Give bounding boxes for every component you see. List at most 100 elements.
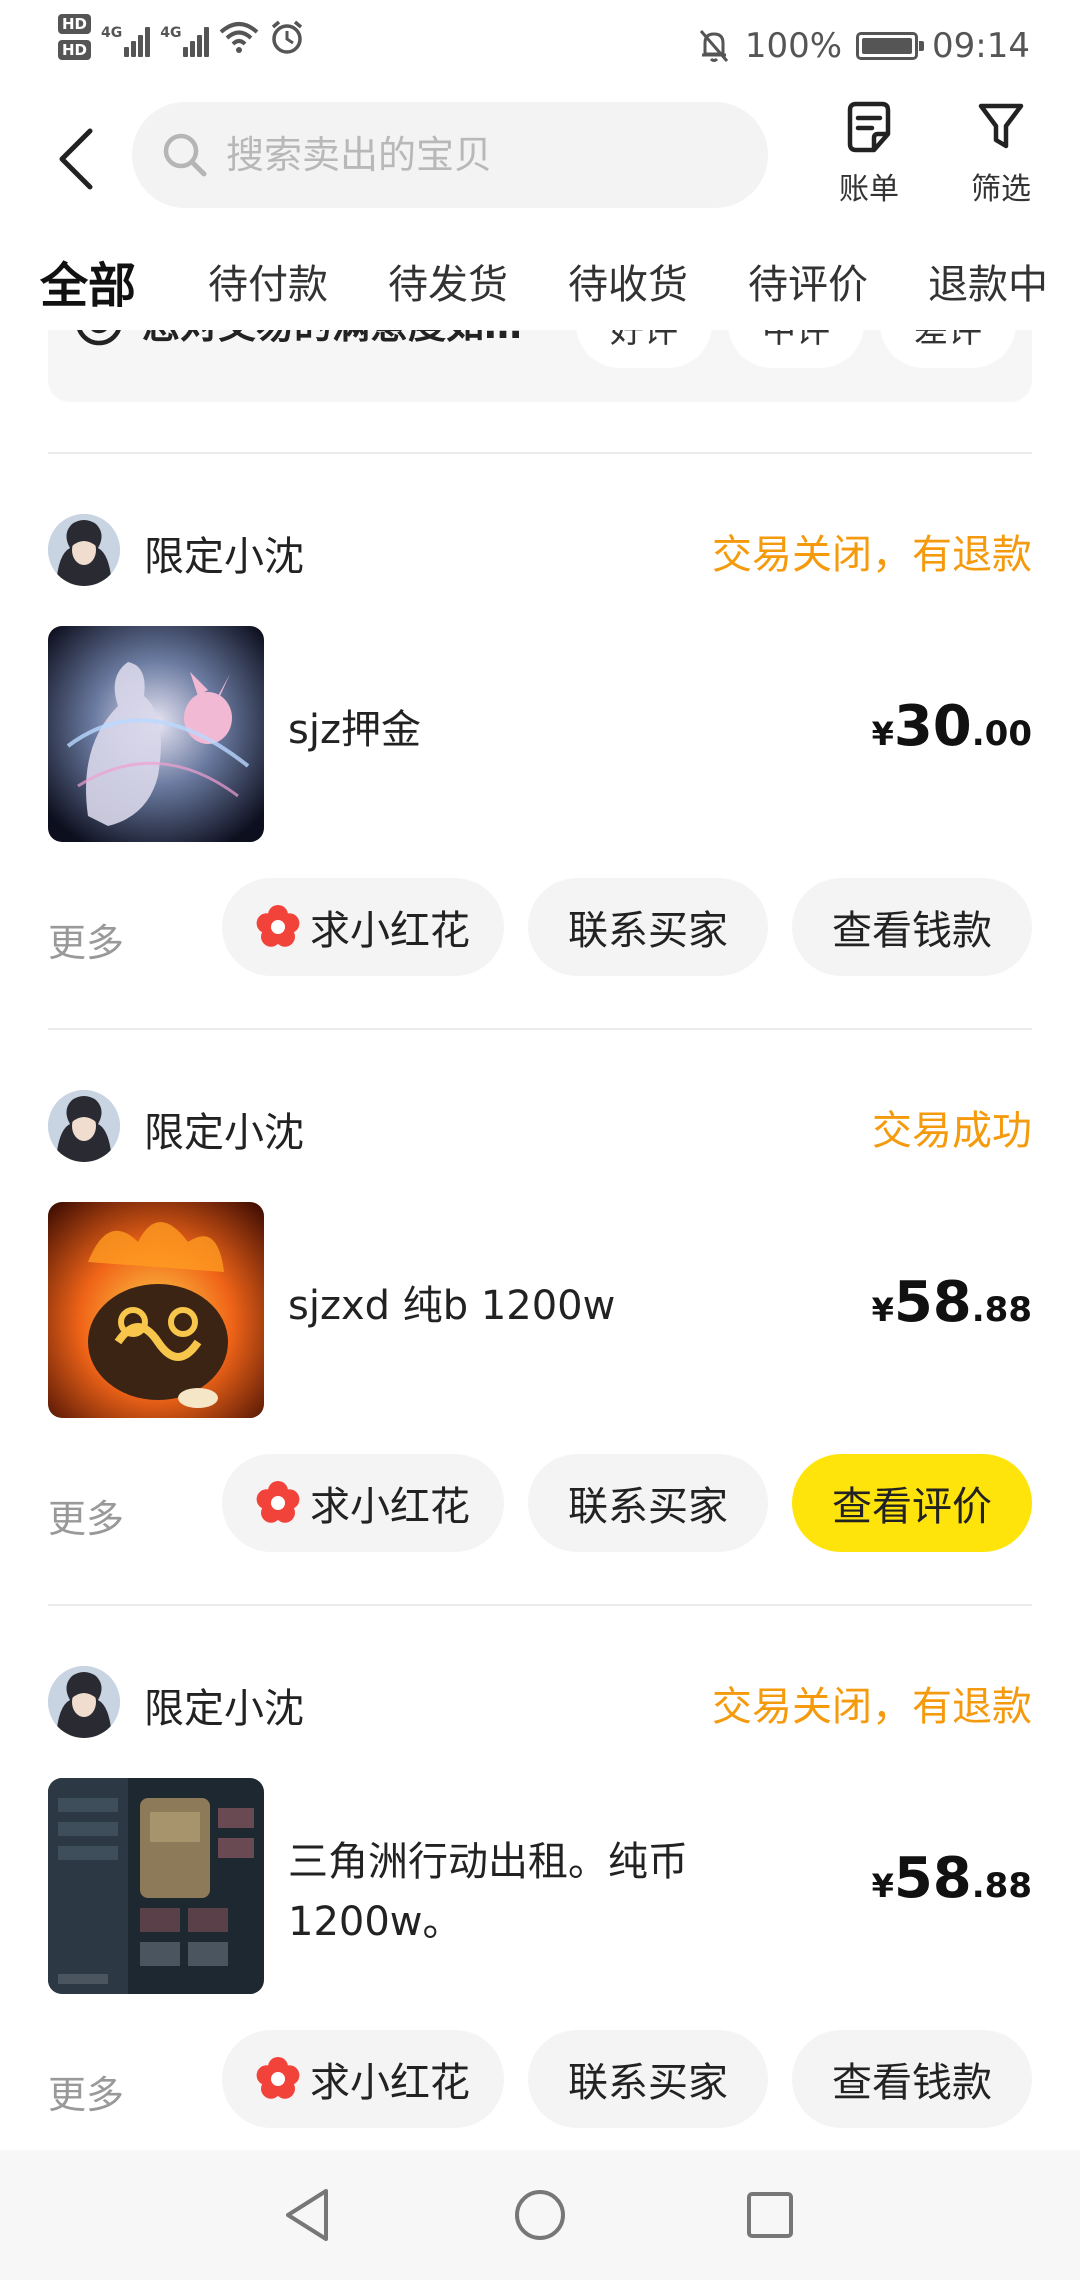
order-price: ¥30.00 [872,694,1032,759]
seller-name[interactable]: 限定小沈 [144,524,304,582]
price-integer: 58 [893,1270,972,1335]
avatar-image [48,1666,120,1738]
hd2-badge: HD [58,40,92,60]
signal-2-icon: 4G [160,17,210,57]
price-decimal: .88 [971,1866,1032,1906]
order-status: 交易关闭，有退款 [712,532,1032,578]
order-status: 交易关闭，有退款 [712,1684,1032,1730]
order-card[interactable]: 限定小沈 交易成功 sjzxd 纯b 1200w ¥58.88 更多 求小红花 … [0,1030,1080,1606]
filter-button[interactable]: 筛选 [946,100,1056,220]
contact-buyer-button[interactable]: 联系买家 [528,2030,768,2128]
bill-icon [847,101,891,153]
seller-name[interactable]: 限定小沈 [144,1676,304,1734]
view-payment-label: 查看钱款 [832,908,992,954]
avatar[interactable] [48,1090,120,1162]
satisfaction-card: 您对交易的满意度如… 好评 中评 差评 [48,330,1032,402]
view-payment-button[interactable]: 查看钱款 [792,2030,1032,2128]
alarm-icon [272,20,303,54]
tab-pending-shipment-label: 待发货 [388,262,508,308]
request-flower-button[interactable]: 求小红花 [222,878,504,976]
order-card[interactable]: 限定小沈 交易关闭，有退款 sjz押金 ¥30.00 更多 求小红花 联系买家 … [0,454,1080,1030]
back-button[interactable] [36,114,116,204]
battery-fill [862,38,913,54]
bill-label: 账单 [839,172,899,207]
view-payment-button[interactable]: 查看钱款 [792,878,1032,976]
contact-buyer-label: 联系买家 [568,1484,728,1530]
rating-bad-button[interactable]: 差评 [880,330,1016,368]
red-flower-icon [256,2057,300,2099]
search-input[interactable] [226,133,746,177]
status-right: 100% 09:14 [697,22,1030,70]
tab-refunding-label: 退款中 [928,262,1048,308]
order-price: ¥58.88 [872,1846,1032,1911]
square-recents-icon [747,2192,793,2238]
tab-pending-payment-label: 待付款 [208,262,328,308]
satisfaction-row: 您对交易的满意度如… [74,330,522,349]
nav-back-button[interactable] [272,2180,342,2250]
request-flower-label: 求小红花 [310,908,470,954]
more-button[interactable]: 更多 [48,1488,124,1543]
avatar[interactable] [48,1666,120,1738]
red-flower-icon [256,1481,300,1523]
bill-button[interactable]: 账单 [814,100,924,220]
satisfaction-question: 您对交易的满意度如… [142,330,522,349]
tab-pending-review[interactable]: 待评价 [748,252,868,310]
tab-pending-payment[interactable]: 待付款 [208,252,328,310]
contact-buyer-button[interactable]: 联系买家 [528,878,768,976]
price-decimal: .88 [971,1290,1032,1330]
triangle-back-icon [286,2189,328,2241]
product-thumbnail[interactable] [48,1778,264,1994]
tab-pending-receipt-label: 待收货 [568,262,688,308]
battery-icon [856,32,925,60]
request-flower-button[interactable]: 求小红花 [222,1454,504,1552]
clock: 09:14 [932,26,1030,66]
filter-label: 筛选 [971,172,1031,207]
battery-percent: 100% [744,26,843,66]
product-thumbnail[interactable] [48,626,264,842]
tab-pending-shipment[interactable]: 待发货 [388,252,508,310]
product-title[interactable]: sjz押金 [288,700,738,760]
request-flower-button[interactable]: 求小红花 [222,2030,504,2128]
red-flower-icon [256,905,300,947]
price-integer: 30 [893,694,972,759]
mute-bell-icon [699,30,728,62]
nav-home-button[interactable] [505,2180,575,2250]
view-review-label: 查看评价 [832,1484,992,1530]
rating-neutral-button[interactable]: 中评 [728,330,864,368]
header: 账单 筛选 [0,92,1080,230]
order-price: ¥58.88 [872,1270,1032,1335]
tab-all-label: 全部 [40,258,137,314]
view-review-button[interactable]: 查看评价 [792,1454,1032,1552]
tab-pending-receipt[interactable]: 待收货 [568,252,688,310]
product-thumbnail[interactable] [48,1202,264,1418]
wifi-icon [220,22,259,53]
more-button[interactable]: 更多 [48,2064,124,2119]
order-tabs: 全部 待付款 待发货 待收货 待评价 退款中 [0,240,1080,330]
avatar[interactable] [48,514,120,586]
product-image [48,1202,264,1418]
order-card[interactable]: 限定小沈 交易关闭，有退款 三角洲行动出租。纯币1200w。 ¥58.88 更多 [0,1606,1080,2182]
seller-name[interactable]: 限定小沈 [144,1100,304,1158]
system-nav-bar [0,2150,1080,2280]
price-decimal: .00 [971,714,1032,754]
tab-pending-review-label: 待评价 [748,262,868,308]
circle-home-icon [515,2190,565,2240]
rating-good-button[interactable]: 好评 [576,330,712,368]
contact-buyer-label: 联系买家 [568,908,728,954]
filter-icon [978,103,1024,149]
request-flower-label: 求小红花 [310,1484,470,1530]
request-flower-label: 求小红花 [310,2060,470,2106]
view-payment-label: 查看钱款 [832,2060,992,2106]
satisfaction-icon [77,330,121,345]
signal-1-icon: 4G [101,17,151,57]
nav-recents-button[interactable] [735,2180,805,2250]
tab-all[interactable]: 全部 [38,246,141,316]
search-bar[interactable] [132,102,768,208]
product-title[interactable]: 三角洲行动出租。纯币1200w。 [288,1832,738,1952]
product-title[interactable]: sjzxd 纯b 1200w [288,1276,738,1336]
contact-buyer-button[interactable]: 联系买家 [528,1454,768,1552]
price-currency: ¥ [871,1867,894,1905]
tab-refunding[interactable]: 退款中 [928,252,1048,310]
avatar-image [48,514,120,586]
more-button[interactable]: 更多 [48,912,124,967]
